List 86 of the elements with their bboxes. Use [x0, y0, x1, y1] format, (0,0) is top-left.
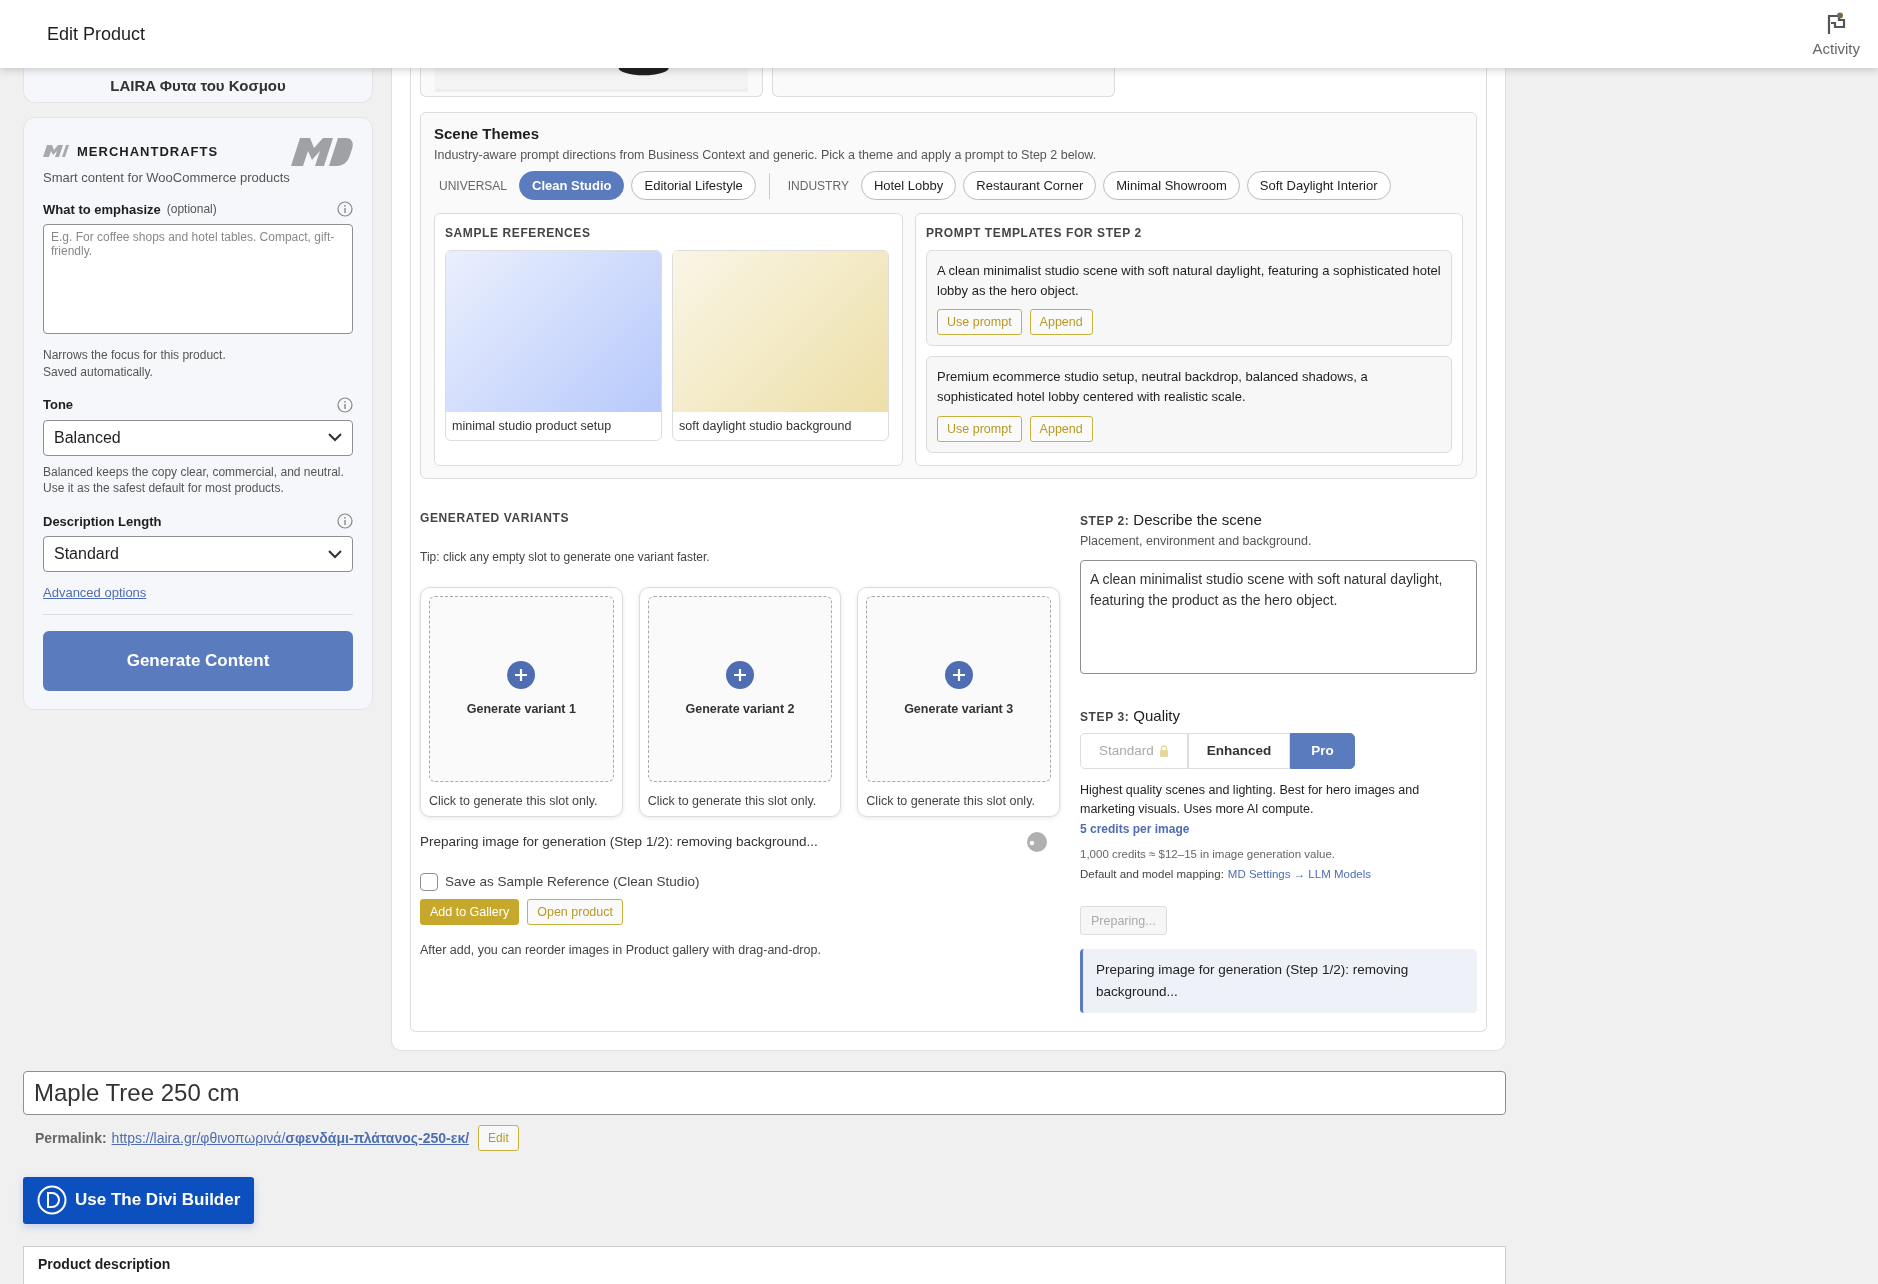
step-number: STEP 3:	[1080, 709, 1130, 724]
group-label: INDUSTRY	[787, 178, 849, 193]
logo-icon	[291, 136, 353, 166]
variant-slot[interactable]: Generate variant 2	[647, 595, 833, 782]
field-label: What to emphasize	[43, 201, 161, 217]
theme-chip[interactable]: Soft Daylight Interior	[1246, 171, 1391, 200]
slot-label: Generate variant 1	[466, 702, 576, 717]
brand-name: MERCHANTDRAFTS	[77, 143, 219, 159]
reference-caption: minimal studio product setup	[451, 418, 613, 435]
slot-label: Generate variant 3	[904, 702, 1014, 717]
help-text: Narrows the focus for this product.	[43, 347, 227, 364]
chevron-icon	[328, 433, 342, 443]
circle-icon	[37, 1185, 67, 1215]
quality-option[interactable]: Pro	[1290, 732, 1355, 769]
tagline: Smart content for WooCommerce products	[43, 170, 291, 185]
plus-icon	[726, 661, 754, 690]
checkbox-label: Save as Sample Reference (Clean Studio)	[445, 874, 700, 890]
slot-caption: Click to generate this slot only.	[429, 793, 599, 808]
group-label: UNIVERSAL	[439, 178, 508, 193]
step-description: Placement, environment and background.	[1080, 533, 1313, 548]
variant-slot[interactable]: Generate variant 1	[429, 595, 614, 782]
help-text: Balanced keeps the copy clear, commercial, and neutral. Use it as the safest default for most products.	[43, 463, 345, 498]
panel-title: Product description	[38, 1255, 171, 1272]
tone-select[interactable]: Balanced	[43, 419, 353, 456]
step-number: STEP 2:	[1080, 513, 1130, 528]
mapping-label: Default and model mapping:	[1080, 868, 1224, 881]
scene-description-field[interactable]: A clean minimalist studio scene with soft natural daylight, featuring the product as the hero object.	[1080, 559, 1477, 674]
quality-description: Highest quality scenes and lighting. Best for hero images and marketing visuals. Uses more AI compute.	[1080, 781, 1421, 818]
length-select[interactable]: Standard	[43, 536, 353, 573]
emphasize-field[interactable]: E.g. For coffee shops and hotel tables. Compact, gift-friendly.	[43, 224, 353, 334]
reference-card[interactable]: minimal studio product setup	[445, 250, 662, 441]
prompt-text: Premium ecommerce studio setup, neutral backdrop, balanced shadows, a sophisticated hotel lobby centered with realistic scale.	[937, 368, 1369, 407]
page-title: Edit Product	[47, 23, 146, 45]
theme-chip[interactable]: Minimal Showroom	[1103, 171, 1240, 200]
spinner-icon	[1026, 830, 1048, 853]
generate-content-button[interactable]: Generate Content	[43, 631, 353, 692]
info-icon[interactable]	[337, 396, 353, 413]
note-text: After add, you can reorder images in Product gallery with drag-and-drop.	[420, 942, 822, 957]
credits-text: 5 credits per image	[1080, 822, 1191, 837]
panel-heading: SAMPLE REFERENCES	[445, 226, 592, 240]
section-heading: GENERATED VARIANTS	[420, 510, 571, 525]
reference-caption: soft daylight studio background	[678, 418, 853, 435]
variant-card[interactable]: Generate variant 2 Click to generate this slot only.	[638, 586, 842, 817]
theme-chip[interactable]: Clean Studio	[519, 171, 625, 200]
permalink-link[interactable]: https://laira.gr/φθινοπωρινά/σφενδάμι-πλάτανος-250-εκ/	[111, 1129, 470, 1146]
help-text: Saved automatically.	[43, 363, 154, 381]
theme-chip[interactable]: Editorial Lifestyle	[631, 171, 756, 200]
panel-heading: PROMPT TEMPLATES FOR STEP 2	[926, 226, 1143, 240]
step-title: Describe the scene	[1133, 510, 1262, 528]
optional-label: (optional)	[166, 202, 217, 216]
status-text: Preparing image for generation (Step 1/2): removing background...	[420, 834, 818, 850]
slot-label: Generate variant 2	[685, 702, 795, 717]
theme-chip[interactable]: Hotel Lobby	[860, 171, 957, 200]
plus-icon	[507, 661, 536, 690]
tip-text: Tip: click any empty slot to generate one variant faster.	[420, 549, 711, 564]
theme-chip[interactable]: Restaurant Corner	[963, 171, 1097, 200]
advanced-options-link[interactable]: Advanced options	[43, 585, 147, 601]
variant-slot[interactable]: Generate variant 3	[866, 595, 1051, 782]
field-label: Tone	[43, 397, 74, 413]
chevron-icon	[328, 549, 342, 559]
logo-icon	[43, 145, 69, 157]
divi-builder-button[interactable]: Use The Divi Builder	[23, 1176, 255, 1224]
section-description: Industry-aware prompt directions from Business Context and generic. Pick a theme and apply a prompt to Step 2 below.	[434, 148, 1098, 162]
status-notice: Preparing image for generation (Step 1/2): removing background...	[1080, 949, 1477, 1013]
plus-icon	[944, 661, 973, 690]
permalink-label: Permalink:	[35, 1129, 107, 1146]
prompt-text: A clean minimalist studio scene with soft natural daylight, featuring a sophisticated hotel lobby as the hero object.	[937, 262, 1441, 301]
activity-link[interactable]: Activity	[1812, 11, 1860, 57]
info-icon[interactable]	[337, 513, 353, 530]
slot-caption: Click to generate this slot only.	[647, 793, 818, 808]
field-label: Description Length	[43, 513, 162, 529]
flag-icon	[1825, 11, 1848, 36]
step-title: Quality	[1133, 706, 1181, 724]
product-title-field[interactable]: Maple Tree 250 cm	[23, 1070, 1506, 1115]
reference-card[interactable]: soft daylight studio background	[672, 250, 889, 441]
lock-icon	[1158, 744, 1169, 757]
checkbox[interactable]	[420, 872, 438, 891]
quality-option[interactable]: Enhanced	[1187, 732, 1291, 769]
value-note: 1,000 credits ≈ $12–15 in image generation value.	[1080, 848, 1336, 861]
store-name: LAIRA Φυτα του Κοσμου	[110, 76, 286, 94]
info-icon[interactable]	[337, 201, 353, 217]
settings-link[interactable]: MD Settings → LLM Models	[1227, 868, 1371, 881]
section-title: Scene Themes	[434, 125, 541, 142]
variant-card[interactable]: Generate variant 3 Click to generate this slot only.	[857, 586, 1060, 817]
variant-card[interactable]: Generate variant 1 Click to generate this slot only.	[420, 586, 623, 817]
slot-caption: Click to generate this slot only.	[866, 793, 1036, 808]
